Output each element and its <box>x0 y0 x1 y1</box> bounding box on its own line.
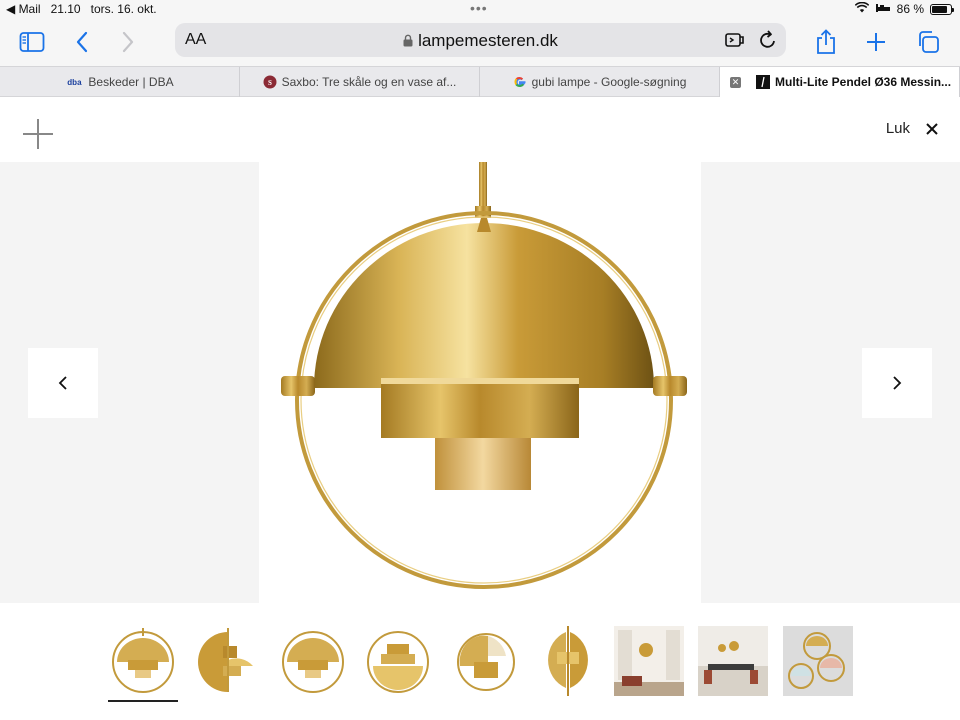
close-label: Luk <box>885 120 910 137</box>
extensions-icon[interactable] <box>724 30 746 55</box>
tab-label: Beskeder | DBA <box>88 75 174 89</box>
status-time: 21.10 <box>50 2 81 16</box>
thumbnail-angled-view[interactable] <box>448 626 518 696</box>
status-bar: ◀ Mail 21.10 tors. 16. okt. ••• 86 % <box>0 0 960 18</box>
thumbnail-dining-room-photo[interactable] <box>698 626 768 696</box>
multitask-dots-icon[interactable]: ••• <box>470 0 488 16</box>
address-bar[interactable]: AA lampemesteren.dk <box>175 23 786 57</box>
zoom-in-button[interactable] <box>22 118 54 150</box>
thumbnail-color-variants-photo[interactable] <box>783 626 853 696</box>
url-text: lampemesteren.dk <box>418 31 558 50</box>
lock-icon <box>403 32 413 52</box>
svg-text:S: S <box>268 79 272 87</box>
product-image[interactable] <box>259 162 701 603</box>
thumbnail-top-open-view[interactable] <box>363 626 433 696</box>
saxbo-favicon-icon: S <box>263 75 277 89</box>
dba-favicon-icon: dba <box>67 77 82 87</box>
browser-toolbar: AA lampemesteren.dk <box>0 18 960 66</box>
tab-lampemesteren[interactable]: ✕ Multi-Lite Pendel Ø36 Messin... <box>720 67 960 97</box>
bed-icon <box>875 2 891 16</box>
next-image-button[interactable] <box>862 348 932 418</box>
thumbnail-split-view[interactable] <box>533 626 603 696</box>
tab-label: Saxbo: Tre skåle og en vase af... <box>281 75 457 89</box>
previous-image-button[interactable] <box>28 348 98 418</box>
thumbnail-living-room-photo[interactable] <box>614 626 684 696</box>
sidebar-icon[interactable] <box>18 28 46 56</box>
close-icon <box>926 122 938 135</box>
thumbnail-front-view-2[interactable] <box>278 626 348 696</box>
battery-percent: 86 % <box>896 2 924 16</box>
forward-icon[interactable] <box>114 28 142 56</box>
tab-google[interactable]: gubi lampe - Google-søgning <box>480 67 720 97</box>
tab-saxbo[interactable]: S Saxbo: Tre skåle og en vase af... <box>240 67 480 97</box>
chevron-right-icon <box>893 376 902 390</box>
tabs-overview-icon[interactable] <box>914 28 942 56</box>
reload-icon[interactable] <box>758 29 778 56</box>
tab-bar: dba Beskeder | DBA S Saxbo: Tre skåle og… <box>0 66 960 97</box>
plus-icon <box>23 119 53 149</box>
google-favicon-icon <box>513 75 527 89</box>
pendant-lamp-image <box>281 162 687 589</box>
lampemesteren-favicon-icon <box>756 75 770 89</box>
new-tab-icon[interactable] <box>862 28 890 56</box>
tab-dba[interactable]: dba Beskeder | DBA <box>0 67 240 97</box>
thumbnail-side-open-view[interactable] <box>193 626 263 696</box>
close-viewer-button[interactable]: Luk <box>886 120 938 137</box>
back-to-mail-link[interactable]: ◀ Mail <box>6 2 41 16</box>
back-icon[interactable] <box>68 28 96 56</box>
chevron-left-icon <box>58 376 67 390</box>
wifi-icon <box>854 1 869 16</box>
share-icon[interactable] <box>812 28 840 56</box>
tab-label: Multi-Lite Pendel Ø36 Messin... <box>775 75 952 89</box>
thumbnail-front-view[interactable] <box>108 626 178 702</box>
close-tab-icon[interactable]: ✕ <box>730 76 741 88</box>
battery-icon <box>930 3 954 15</box>
status-date: tors. 16. okt. <box>90 2 157 16</box>
tab-label: gubi lampe - Google-søgning <box>531 75 687 89</box>
